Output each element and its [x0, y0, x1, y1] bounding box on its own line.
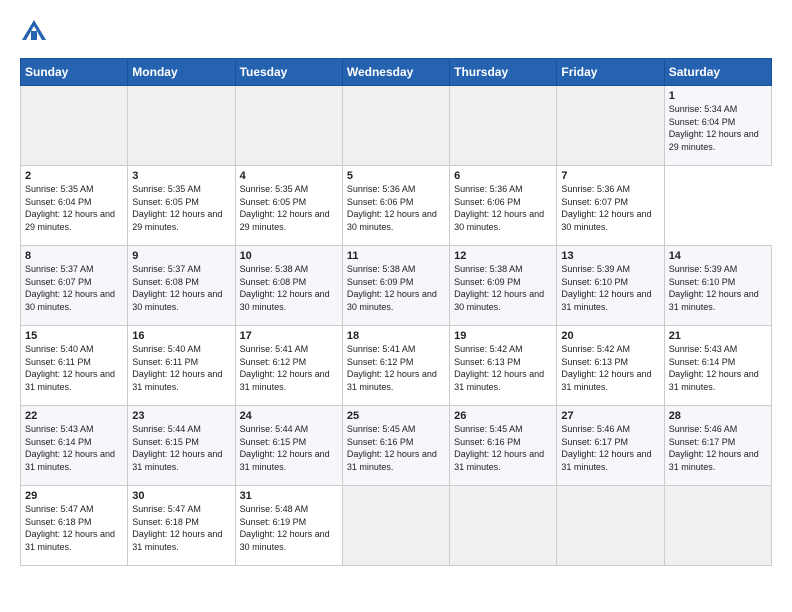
- calendar-cell-25: 25Sunrise: 5:45 AMSunset: 6:16 PMDayligh…: [342, 406, 449, 486]
- calendar-cell-20: 20Sunrise: 5:42 AMSunset: 6:13 PMDayligh…: [557, 326, 664, 406]
- calendar-cell-empty: [557, 486, 664, 566]
- calendar-cell-13: 13Sunrise: 5:39 AMSunset: 6:10 PMDayligh…: [557, 246, 664, 326]
- calendar-cell-24: 24Sunrise: 5:44 AMSunset: 6:15 PMDayligh…: [235, 406, 342, 486]
- calendar-cell-30: 30Sunrise: 5:47 AMSunset: 6:18 PMDayligh…: [128, 486, 235, 566]
- calendar-week-2: 2Sunrise: 5:35 AMSunset: 6:04 PMDaylight…: [21, 166, 772, 246]
- calendar-cell-empty: [664, 486, 771, 566]
- header-day-wednesday: Wednesday: [342, 59, 449, 86]
- calendar-cell-11: 11Sunrise: 5:38 AMSunset: 6:09 PMDayligh…: [342, 246, 449, 326]
- calendar-cell-empty: [450, 486, 557, 566]
- calendar-body: 1Sunrise: 5:34 AMSunset: 6:04 PMDaylight…: [21, 86, 772, 566]
- calendar-table: SundayMondayTuesdayWednesdayThursdayFrid…: [20, 58, 772, 566]
- header-day-tuesday: Tuesday: [235, 59, 342, 86]
- calendar-cell-21: 21Sunrise: 5:43 AMSunset: 6:14 PMDayligh…: [664, 326, 771, 406]
- calendar-cell-15: 15Sunrise: 5:40 AMSunset: 6:11 PMDayligh…: [21, 326, 128, 406]
- calendar-cell-14: 14Sunrise: 5:39 AMSunset: 6:10 PMDayligh…: [664, 246, 771, 326]
- calendar-container: SundayMondayTuesdayWednesdayThursdayFrid…: [0, 0, 792, 576]
- calendar-cell-empty: [235, 86, 342, 166]
- calendar-cell-empty: [342, 86, 449, 166]
- calendar-cell-empty: [342, 486, 449, 566]
- calendar-week-4: 15Sunrise: 5:40 AMSunset: 6:11 PMDayligh…: [21, 326, 772, 406]
- calendar-cell-6: 6Sunrise: 5:36 AMSunset: 6:06 PMDaylight…: [450, 166, 557, 246]
- calendar-cell-4: 4Sunrise: 5:35 AMSunset: 6:05 PMDaylight…: [235, 166, 342, 246]
- calendar-cell-12: 12Sunrise: 5:38 AMSunset: 6:09 PMDayligh…: [450, 246, 557, 326]
- logo-icon: [20, 18, 48, 46]
- calendar-cell-1: 1Sunrise: 5:34 AMSunset: 6:04 PMDaylight…: [664, 86, 771, 166]
- calendar-header: SundayMondayTuesdayWednesdayThursdayFrid…: [21, 59, 772, 86]
- calendar-cell-19: 19Sunrise: 5:42 AMSunset: 6:13 PMDayligh…: [450, 326, 557, 406]
- header-row-days: SundayMondayTuesdayWednesdayThursdayFrid…: [21, 59, 772, 86]
- calendar-cell-empty: [21, 86, 128, 166]
- header-day-thursday: Thursday: [450, 59, 557, 86]
- header-row: [20, 18, 772, 46]
- calendar-cell-28: 28Sunrise: 5:46 AMSunset: 6:17 PMDayligh…: [664, 406, 771, 486]
- calendar-week-6: 29Sunrise: 5:47 AMSunset: 6:18 PMDayligh…: [21, 486, 772, 566]
- header-day-sunday: Sunday: [21, 59, 128, 86]
- calendar-cell-17: 17Sunrise: 5:41 AMSunset: 6:12 PMDayligh…: [235, 326, 342, 406]
- calendar-cell-31: 31Sunrise: 5:48 AMSunset: 6:19 PMDayligh…: [235, 486, 342, 566]
- logo: [20, 18, 52, 46]
- calendar-week-3: 8Sunrise: 5:37 AMSunset: 6:07 PMDaylight…: [21, 246, 772, 326]
- calendar-cell-18: 18Sunrise: 5:41 AMSunset: 6:12 PMDayligh…: [342, 326, 449, 406]
- calendar-cell-26: 26Sunrise: 5:45 AMSunset: 6:16 PMDayligh…: [450, 406, 557, 486]
- calendar-cell-5: 5Sunrise: 5:36 AMSunset: 6:06 PMDaylight…: [342, 166, 449, 246]
- calendar-week-5: 22Sunrise: 5:43 AMSunset: 6:14 PMDayligh…: [21, 406, 772, 486]
- calendar-week-1: 1Sunrise: 5:34 AMSunset: 6:04 PMDaylight…: [21, 86, 772, 166]
- calendar-cell-empty: [450, 86, 557, 166]
- calendar-cell-27: 27Sunrise: 5:46 AMSunset: 6:17 PMDayligh…: [557, 406, 664, 486]
- calendar-cell-29: 29Sunrise: 5:47 AMSunset: 6:18 PMDayligh…: [21, 486, 128, 566]
- header-day-monday: Monday: [128, 59, 235, 86]
- calendar-cell-3: 3Sunrise: 5:35 AMSunset: 6:05 PMDaylight…: [128, 166, 235, 246]
- header-day-friday: Friday: [557, 59, 664, 86]
- calendar-cell-empty: [557, 86, 664, 166]
- calendar-cell-10: 10Sunrise: 5:38 AMSunset: 6:08 PMDayligh…: [235, 246, 342, 326]
- calendar-cell-8: 8Sunrise: 5:37 AMSunset: 6:07 PMDaylight…: [21, 246, 128, 326]
- calendar-cell-16: 16Sunrise: 5:40 AMSunset: 6:11 PMDayligh…: [128, 326, 235, 406]
- calendar-cell-23: 23Sunrise: 5:44 AMSunset: 6:15 PMDayligh…: [128, 406, 235, 486]
- calendar-cell-22: 22Sunrise: 5:43 AMSunset: 6:14 PMDayligh…: [21, 406, 128, 486]
- calendar-cell-9: 9Sunrise: 5:37 AMSunset: 6:08 PMDaylight…: [128, 246, 235, 326]
- calendar-cell-7: 7Sunrise: 5:36 AMSunset: 6:07 PMDaylight…: [557, 166, 664, 246]
- calendar-cell-2: 2Sunrise: 5:35 AMSunset: 6:04 PMDaylight…: [21, 166, 128, 246]
- calendar-cell-empty: [128, 86, 235, 166]
- header-day-saturday: Saturday: [664, 59, 771, 86]
